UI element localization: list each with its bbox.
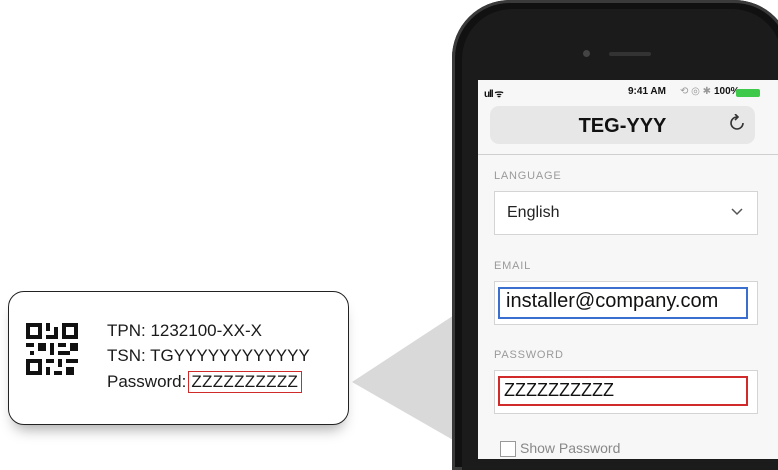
reload-icon[interactable] xyxy=(729,113,745,137)
show-password-label[interactable]: Show Password xyxy=(520,440,620,456)
battery-icon xyxy=(736,89,760,97)
status-bar: ull ᯤ 9:41 AM ⟲ ◎ ✱ 100% xyxy=(478,84,778,102)
status-icons: ⟲ ◎ ✱ xyxy=(680,86,712,97)
signal-wifi-icon: ull ᯤ xyxy=(484,89,504,100)
tpn-text: TPN: 1232100-XX-X xyxy=(107,321,262,340)
email-field[interactable]: installer@company.com xyxy=(494,281,758,325)
label-password-prefix: Password: xyxy=(107,372,187,391)
page-title: TEG-YYY xyxy=(578,115,667,137)
email-value: installer@company.com xyxy=(506,290,719,312)
password-label: PASSWORD xyxy=(494,349,564,361)
phone-screen: ull ᯤ 9:41 AM ⟲ ◎ ✱ 100% TEG-YYY LANGUAG… xyxy=(478,80,778,459)
password-value: ZZZZZZZZZZ xyxy=(504,380,614,400)
header-divider xyxy=(478,154,778,155)
language-selected-value: English xyxy=(507,204,560,221)
device-label-card: TPN: 1232100-XX-X TSN: TGYYYYYYYYYYYY Pa… xyxy=(8,291,349,425)
label-password-value: ZZZZZZZZZZ xyxy=(188,371,303,393)
language-select[interactable]: English xyxy=(494,191,758,235)
email-highlight-box: installer@company.com xyxy=(498,287,748,319)
qr-code-icon xyxy=(26,323,78,375)
language-label: LANGUAGE xyxy=(494,170,562,182)
tsn-text: TSN: TGYYYYYYYYYYYY xyxy=(107,346,310,365)
status-time: 9:41 AM xyxy=(628,86,666,97)
label-password-line: Password: ZZZZZZZZZZ xyxy=(107,371,303,393)
speaker-grille xyxy=(609,52,651,56)
email-label: EMAIL xyxy=(494,260,532,272)
show-password-checkbox[interactable] xyxy=(500,441,516,457)
camera-icon xyxy=(583,50,590,57)
password-field[interactable]: ZZZZZZZZZZ xyxy=(494,370,758,414)
browser-address-bar[interactable]: TEG-YYY xyxy=(490,106,755,144)
chevron-down-icon xyxy=(731,208,743,216)
password-highlight-box: ZZZZZZZZZZ xyxy=(498,376,748,406)
